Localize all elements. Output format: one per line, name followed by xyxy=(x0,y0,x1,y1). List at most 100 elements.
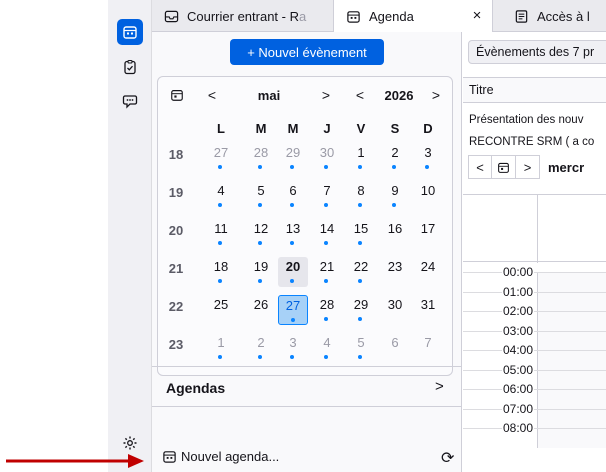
day-number: 29 xyxy=(285,145,301,160)
chat-space-button[interactable] xyxy=(117,88,143,114)
calendar-day[interactable]: 16 xyxy=(380,219,410,249)
chevron-right-icon[interactable]: > xyxy=(435,378,444,395)
day-number: 8 xyxy=(357,183,365,198)
calendar-day[interactable]: 5 xyxy=(246,181,276,211)
prev-month-button[interactable]: < xyxy=(202,83,222,107)
calendar-day[interactable]: 3 xyxy=(278,333,308,363)
day-number: 7 xyxy=(424,335,432,350)
time-slot[interactable] xyxy=(537,312,606,331)
calendar-day[interactable]: 14 xyxy=(312,219,342,249)
current-day-label: mercr xyxy=(548,159,585,175)
calendar-day[interactable]: 22 xyxy=(346,257,376,287)
agendas-heading[interactable]: Agendas xyxy=(166,380,225,396)
time-slot[interactable] xyxy=(537,273,606,292)
calendar-day[interactable]: 2 xyxy=(246,333,276,363)
event-row[interactable]: Présentation des nouv xyxy=(469,114,583,126)
hour-row: 06:00 xyxy=(463,382,606,409)
event-dot-icon xyxy=(218,241,222,245)
day-number: 4 xyxy=(323,335,331,350)
day-number: 4 xyxy=(217,183,225,198)
day-number: 9 xyxy=(391,183,399,198)
hour-row: 05:00 xyxy=(463,362,606,390)
event-dot-icon xyxy=(324,165,328,169)
next-month-button[interactable]: > xyxy=(316,83,336,107)
events-range-select[interactable]: Évènements des 7 pr xyxy=(468,40,606,64)
today-day[interactable]: 20 xyxy=(278,257,308,287)
today-day-button[interactable] xyxy=(492,155,516,179)
event-dot-icon xyxy=(324,279,328,283)
event-dot-icon xyxy=(358,203,362,207)
calendar-day[interactable]: 7 xyxy=(413,333,443,363)
calendar-day[interactable]: 28 xyxy=(246,143,276,173)
calendar-day[interactable]: 8 xyxy=(346,181,376,211)
calendar-day[interactable]: 6 xyxy=(380,333,410,363)
today-button[interactable] xyxy=(166,83,188,107)
day-number: 13 xyxy=(285,221,301,236)
calendar-day[interactable]: 28 xyxy=(312,295,342,325)
calendar-day[interactable]: 12 xyxy=(246,219,276,249)
new-event-button[interactable]: + Nouvel évènement xyxy=(230,39,384,65)
day-navigation: < > mercr xyxy=(468,154,584,180)
column-header-title[interactable]: Titre xyxy=(463,77,606,103)
calendar-day[interactable]: 19 xyxy=(246,257,276,287)
next-year-button[interactable]: > xyxy=(426,83,446,107)
close-tab-icon[interactable]: × xyxy=(468,7,486,25)
calendar-day[interactable]: 7 xyxy=(312,181,342,211)
calendar-day[interactable]: 13 xyxy=(278,219,308,249)
new-calendar-button[interactable]: Nouvel agenda... xyxy=(162,449,279,464)
event-row[interactable]: RECONTRE SRM ( a co xyxy=(469,136,594,148)
time-slot[interactable] xyxy=(537,292,606,312)
calendar-day[interactable]: 23 xyxy=(380,257,410,287)
calendar-icon xyxy=(347,10,360,23)
calendar-day[interactable]: 5 xyxy=(346,333,376,363)
calendar-day[interactable]: 1 xyxy=(346,143,376,173)
next-day-button[interactable]: > xyxy=(516,155,540,179)
calendar-day[interactable]: 18 xyxy=(206,257,236,287)
event-dot-icon xyxy=(324,355,328,359)
time-slot[interactable] xyxy=(537,409,606,429)
calendar-day[interactable]: 1 xyxy=(206,333,236,363)
calendar-day[interactable]: 9 xyxy=(380,181,410,211)
calendar-day[interactable]: 29 xyxy=(278,143,308,173)
day-number: 20 xyxy=(285,259,301,274)
time-slot[interactable] xyxy=(537,390,606,409)
calendar-day[interactable]: 17 xyxy=(413,219,443,249)
calendar-day[interactable]: 4 xyxy=(312,333,342,363)
calendar-icon xyxy=(163,451,176,463)
calendar-day[interactable]: 15 xyxy=(346,219,376,249)
tab-bar: Courrier entrant - Ra Agenda × Accès à l xyxy=(152,0,606,32)
calendar-day[interactable]: 6 xyxy=(278,181,308,211)
event-dot-icon xyxy=(218,203,222,207)
calendar-day[interactable]: 4 xyxy=(206,181,236,211)
time-slot[interactable] xyxy=(537,331,606,351)
tab-inbox[interactable]: Courrier entrant - Ra xyxy=(164,0,332,32)
calendar-day[interactable]: 31 xyxy=(413,295,443,325)
calendar-day[interactable]: 27 xyxy=(206,143,236,173)
tab-access[interactable]: Accès à l xyxy=(514,0,606,32)
event-dot-icon xyxy=(392,203,396,207)
event-dot-icon xyxy=(324,203,328,207)
time-slot[interactable] xyxy=(537,429,606,448)
time-slot[interactable] xyxy=(537,370,606,390)
tasks-space-button[interactable] xyxy=(117,54,143,80)
calendar-day[interactable]: 29 xyxy=(346,295,376,325)
prev-year-button[interactable]: < xyxy=(350,83,370,107)
prev-day-button[interactable]: < xyxy=(468,155,492,179)
tab-agenda-label: Agenda xyxy=(369,8,414,24)
calendar-day[interactable]: 3 xyxy=(413,143,443,173)
calendar-day[interactable]: 24 xyxy=(413,257,443,287)
calendar-day[interactable]: 30 xyxy=(312,143,342,173)
calendar-day[interactable]: 21 xyxy=(312,257,342,287)
selected-day[interactable]: 27 xyxy=(278,295,308,325)
sync-icon[interactable]: ⟳ xyxy=(441,448,454,468)
calendar-day[interactable]: 30 xyxy=(380,295,410,325)
time-slot[interactable] xyxy=(537,351,606,370)
event-dot-icon xyxy=(324,317,328,321)
calendar-day[interactable]: 2 xyxy=(380,143,410,173)
calendar-day[interactable]: 26 xyxy=(246,295,276,325)
calendar-space-button[interactable] xyxy=(117,19,143,45)
calendar-day[interactable]: 11 xyxy=(206,219,236,249)
calendar-day[interactable]: 10 xyxy=(413,181,443,211)
calendar-day[interactable]: 25 xyxy=(206,295,236,325)
weekday-header: S xyxy=(390,121,400,136)
